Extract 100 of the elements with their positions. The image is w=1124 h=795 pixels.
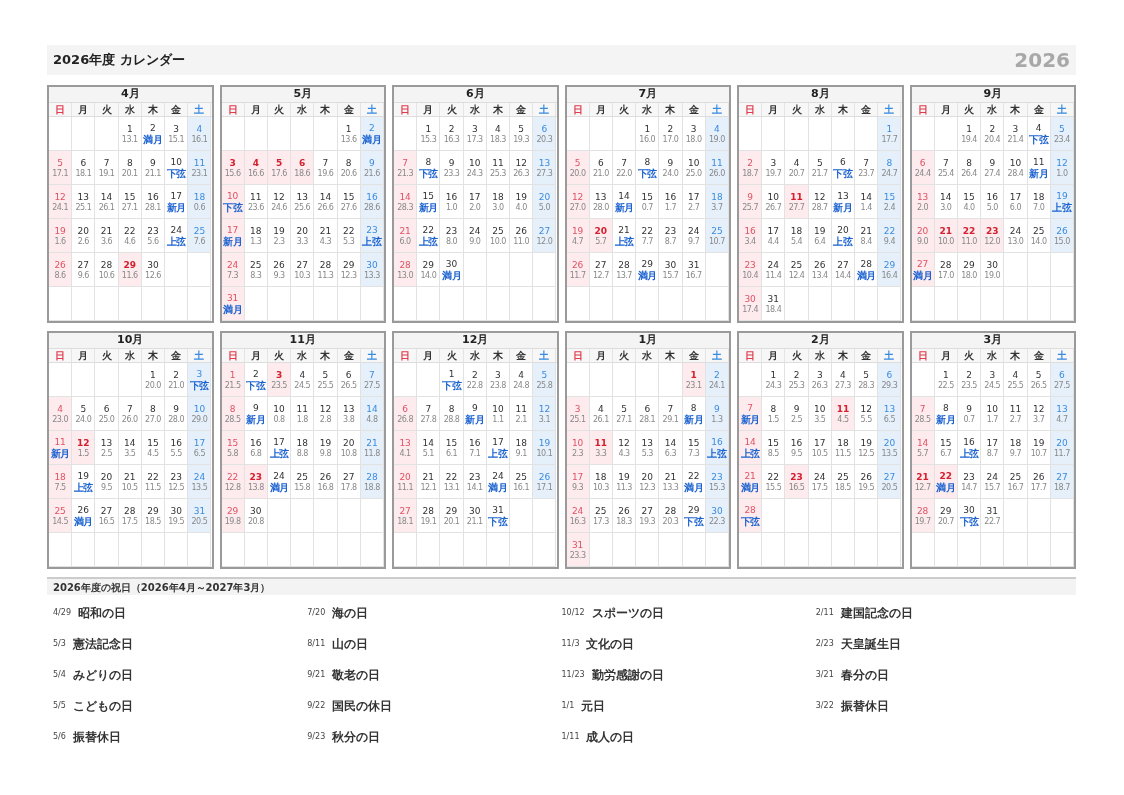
moon-age: 10.3 (294, 270, 311, 280)
moon-age: 19.3 (513, 134, 530, 144)
moon-age: 11.3 (616, 482, 632, 492)
day-number: 27 (837, 259, 849, 271)
day-number: 27 (77, 259, 90, 271)
moon-age: 4.8 (366, 414, 378, 424)
moon-age: 27.3 (835, 380, 851, 390)
holiday-date: 4/29 (53, 606, 71, 619)
day-number: 1 (690, 369, 697, 381)
day-number: 27 (538, 225, 551, 237)
day-number: 31 (767, 293, 780, 305)
moon-age: 11.6 (121, 270, 138, 280)
moon-age: 26.0 (121, 414, 138, 424)
moon-phase: 新月 (740, 413, 760, 425)
month-title: 9月 (911, 87, 1074, 103)
moon-age: 25.1 (75, 202, 92, 212)
moon-age: 18.8 (363, 482, 380, 492)
weekday-header: 月 (417, 349, 441, 362)
day-number: 7 (863, 157, 870, 169)
day-number: 23 (366, 224, 378, 236)
weekday-header: 木 (659, 349, 683, 362)
day-number: 9 (714, 403, 720, 415)
moon-age: 17.6 (271, 168, 287, 178)
moon-age: 14.0 (420, 270, 437, 280)
moon-age: 14.5 (52, 516, 68, 526)
moon-age: 23.1 (685, 380, 702, 390)
moon-age: 7.1 (469, 448, 481, 458)
moon-age: 20.7 (937, 516, 954, 526)
holiday-date: 8/11 (307, 637, 326, 650)
moon-age: 9.0 (917, 236, 929, 246)
moon-age: 7.3 (227, 270, 239, 280)
day-number: 11 (296, 403, 308, 415)
day-number: 3 (690, 123, 697, 135)
moon-phase: 満月 (936, 481, 956, 493)
moon-age: 23.0 (52, 414, 68, 424)
day-number: 6 (886, 369, 893, 381)
day-number: 26 (515, 225, 527, 237)
day-number: 24 (170, 224, 182, 236)
moon-age: 2.5 (790, 414, 803, 424)
day-number: 20 (296, 225, 308, 237)
moon-age: 26.5 (340, 380, 357, 390)
moon-age: 13.1 (121, 134, 138, 144)
moon-age: 26.3 (811, 380, 828, 390)
moon-age: 10.5 (811, 448, 828, 458)
moon-age: 7.3 (688, 448, 700, 458)
weekday-header: 土 (188, 349, 212, 362)
weekday-header: 月 (762, 103, 786, 116)
holiday-date: 2/23 (815, 637, 834, 650)
day-number: 11 (1032, 156, 1045, 168)
day-number: 8 (425, 156, 432, 168)
moon-age: 27.6 (340, 202, 357, 212)
day-number: 1 (150, 369, 156, 381)
moon-age: 18.5 (145, 516, 161, 526)
day-number: 9 (369, 157, 375, 169)
holiday-date: 9/23 (307, 730, 326, 743)
weekday-header: 金 (682, 349, 706, 362)
holiday-date: 11/3 (561, 637, 580, 650)
moon-age: 24.0 (75, 414, 92, 424)
day-number: 16 (469, 437, 481, 449)
moon-age: 8.0 (445, 236, 458, 246)
day-number: 30 (986, 259, 998, 271)
moon-age: 17.7 (881, 134, 898, 144)
moon-age: 26.6 (317, 202, 334, 212)
moon-age: 16.1 (513, 482, 530, 492)
holiday-date: 7/20 (307, 606, 326, 619)
day-number: 23 (147, 225, 159, 237)
moon-age: 1.1 (492, 414, 504, 424)
moon-age: 5.3 (343, 236, 355, 246)
day-number: 1 (886, 123, 893, 135)
moon-age: 25.5 (317, 380, 334, 390)
day-number: 2 (173, 369, 180, 381)
day-number: 11 (193, 157, 206, 169)
moon-phase: 上弦 (73, 481, 93, 493)
moon-age: 16.7 (685, 270, 702, 280)
day-number: 27 (1056, 471, 1068, 483)
weekday-header: 木 (1004, 349, 1028, 362)
day-number: 27 (342, 471, 355, 483)
day-number: 3 (275, 369, 283, 381)
moon-age: 24.1 (708, 380, 725, 390)
day-number: 30 (366, 259, 378, 271)
weekday-header: 日 (394, 103, 418, 116)
moon-age: 12.7 (914, 482, 931, 492)
moon-age: 15.6 (224, 168, 241, 178)
weekday-header: 木 (486, 349, 511, 362)
moon-age: 10.5 (121, 482, 138, 492)
moon-age: 4.3 (319, 236, 332, 246)
day-number: 2 (667, 123, 674, 135)
moon-age: 5.7 (917, 448, 929, 458)
moon-age: 21.0 (168, 380, 185, 390)
moon-age: 1.7 (986, 414, 998, 424)
day-number: 2 (448, 123, 455, 135)
day-number: 5 (863, 369, 870, 381)
moon-age: 19.7 (914, 516, 931, 526)
weekday-header: 土 (533, 349, 557, 362)
moon-age: 4.5 (147, 448, 159, 458)
day-number: 12 (273, 191, 285, 203)
moon-age: 19.7 (765, 168, 782, 178)
weekday-header: 月 (417, 103, 441, 116)
moon-age: 3.3 (595, 448, 607, 458)
moon-age: 24.6 (271, 202, 287, 212)
